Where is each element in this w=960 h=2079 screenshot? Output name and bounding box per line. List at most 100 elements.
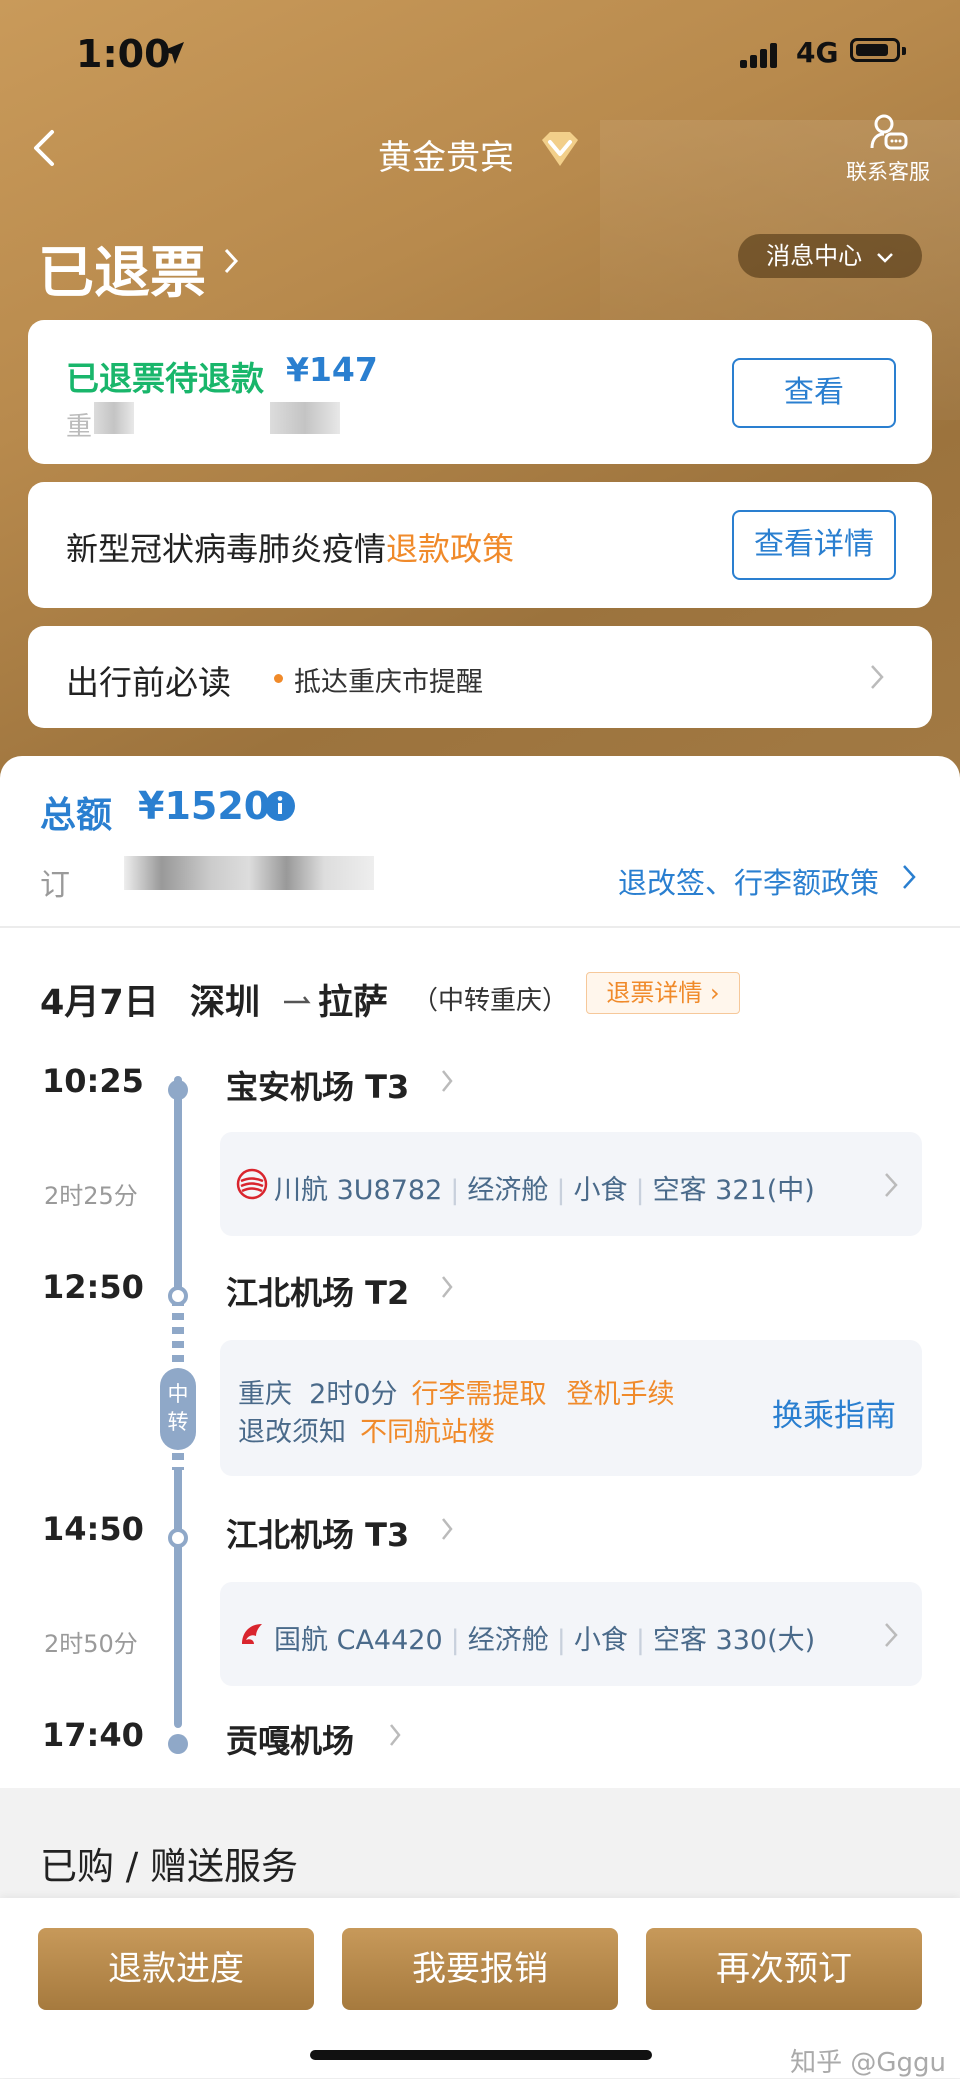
transfer-line-2: 退改须知 不同航站楼 <box>238 1410 495 1449</box>
transfer-badge: 中转 <box>160 1368 196 1450</box>
departure-airport[interactable]: 宝安机场 T3 <box>226 1062 409 1108</box>
customer-service-button[interactable]: 联系客服 <box>838 112 938 186</box>
chevron-right-icon <box>903 865 916 889</box>
message-center-label: 消息中心 <box>766 242 863 270</box>
cabin-class: 经济舱 <box>467 1175 549 1206</box>
terminal-note: 不同航站楼 <box>360 1417 495 1448</box>
timeline-node <box>168 1734 188 1754</box>
timeline-node <box>168 1286 188 1306</box>
bottom-action-bar: 退款进度 我要报销 再次预订 知乎 @Gggu <box>0 1898 960 2078</box>
location-arrow-icon <box>162 42 184 64</box>
customer-service-icon <box>870 114 908 150</box>
meal-info: 小食 <box>573 1175 628 1206</box>
pre-travel-label: 出行前必读 <box>66 663 231 702</box>
aircraft-type: 空客 330(大) <box>652 1625 816 1656</box>
view-refund-button[interactable]: 查看 <box>732 358 896 428</box>
order-status-title[interactable]: 已退票 <box>38 228 206 309</box>
arrival-city: 拉萨 <box>318 983 389 1023</box>
arrival-time: 12:50 <box>42 1268 144 1306</box>
departure-time: 10:25 <box>42 1062 144 1100</box>
departure-city: 深圳 <box>190 983 261 1023</box>
transfer-guide-link[interactable]: 换乘指南 <box>772 1390 896 1435</box>
airline-name: 国航 <box>274 1625 328 1656</box>
chevron-right-icon <box>442 1070 453 1092</box>
pre-travel-item: 抵达重庆市提醒 <box>294 667 483 698</box>
transfer-note: （中转重庆） <box>412 986 569 1016</box>
transfer-line-1: 重庆 2时0分 行李需提取 登机手续 <box>238 1372 675 1411</box>
air-china-logo-icon <box>242 1624 262 1644</box>
services-section-title: 已购 / 赠送服务 <box>40 1845 298 1888</box>
status-bar: 1:00 4G <box>0 32 960 76</box>
divider <box>0 926 960 928</box>
chevron-right-icon <box>885 1173 898 1197</box>
airline-name: 川航 <box>274 1175 328 1206</box>
timeline-node <box>168 1528 188 1548</box>
refund-progress-button[interactable]: 退款进度 <box>38 1928 314 2010</box>
flight-number: 3U8782 <box>336 1175 443 1206</box>
departure-time: 14:50 <box>42 1510 144 1548</box>
blurred-area <box>270 402 340 434</box>
watermark: 知乎 @Gggu <box>790 2048 946 2078</box>
covid-policy-title: 新型冠状病毒肺炎疫情 <box>66 530 387 568</box>
blurred-order-number <box>124 856 374 890</box>
departure-airport[interactable]: 江北机场 T3 <box>226 1510 409 1556</box>
view-policy-details-button[interactable]: 查看详情 <box>732 510 896 580</box>
customer-service-label: 联系客服 <box>846 160 930 184</box>
page-title: 黄金贵宾 <box>378 138 514 178</box>
info-icon[interactable] <box>264 790 296 822</box>
message-center-button[interactable]: 消息中心 <box>738 234 922 278</box>
flight-duration: 2时25分 <box>44 1182 138 1210</box>
cabin-class: 经济舱 <box>467 1625 549 1656</box>
blurred-text-prefix: 重 <box>66 412 93 442</box>
home-indicator <box>310 2050 652 2060</box>
refund-details-tag[interactable]: 退票详情 › <box>586 972 740 1014</box>
order-detail-sheet: 总额 ¥1520 订 退改签、行李额政策 4月7日 深圳 拉萨 （中转重庆） 退… <box>0 756 960 1888</box>
refund-policy-link[interactable]: 退款政策 <box>386 530 514 568</box>
status-time: 1:00 <box>76 32 171 76</box>
refund-amount: ¥147 <box>286 350 378 389</box>
covid-refund-policy-card: 新型冠状病毒肺炎疫情退款政策 查看详情 <box>28 482 932 608</box>
chevron-right-icon <box>442 1276 453 1298</box>
blurred-area <box>94 402 134 434</box>
rebook-button[interactable]: 再次预订 <box>646 1928 922 2010</box>
refund-details-label: 退票详情 <box>606 979 703 1007</box>
transfer-wait: 2时0分 <box>309 1379 398 1410</box>
route-arrow-icon <box>284 996 311 1004</box>
order-number-label: 订 <box>40 868 70 903</box>
arrival-time: 17:40 <box>42 1716 144 1754</box>
meal-info: 小食 <box>573 1625 628 1656</box>
transfer-info-box: 重庆 2时0分 行李需提取 登机手续 退改须知 不同航站楼 换乘指南 <box>220 1340 922 1476</box>
change-rules-note: 退改须知 <box>238 1417 346 1448</box>
flight-info-3u8782[interactable]: 川航 3U8782 | 经济舱 | 小食 | 空客 321(中) <box>220 1132 922 1236</box>
arrival-airport[interactable]: 江北机场 T2 <box>226 1268 409 1314</box>
total-amount: ¥1520 <box>138 784 271 828</box>
chevron-right-icon <box>442 1518 453 1540</box>
transfer-city: 重庆 <box>238 1379 292 1410</box>
flight-details-line: 川航 3U8782 | 经济舱 | 小食 | 空客 321(中) <box>274 1175 815 1206</box>
chevron-right-icon <box>871 665 884 689</box>
back-button[interactable] <box>28 128 62 168</box>
baggage-note: 行李需提取 <box>411 1379 547 1410</box>
orange-dot-icon <box>274 674 283 683</box>
aircraft-type: 空客 321(中) <box>652 1175 815 1206</box>
reimbursement-button[interactable]: 我要报销 <box>342 1928 618 2010</box>
timeline-node <box>168 1080 188 1100</box>
flight-info-ca4420[interactable]: 国航 CA4420 | 经济舱 | 小食 | 空客 330(大) <box>220 1582 922 1686</box>
gold-vip-diamond-icon <box>542 132 578 166</box>
total-label: 总额 <box>40 795 113 836</box>
pre-travel-notice-card[interactable]: 出行前必读 抵达重庆市提醒 <box>28 626 932 728</box>
chevron-right-icon <box>885 1623 898 1647</box>
section-separator <box>0 1788 960 1806</box>
covid-policy-text: 新型冠状病毒肺炎疫情退款政策 <box>66 524 514 570</box>
flight-duration: 2时50分 <box>44 1630 138 1658</box>
refund-status-label: 已退票待退款 <box>66 359 264 398</box>
battery-icon <box>850 38 906 62</box>
chevron-down-icon <box>876 253 893 263</box>
arrival-airport[interactable]: 贡嘎机场 <box>226 1716 354 1762</box>
network-type: 4G <box>796 36 839 69</box>
change-baggage-policy-link[interactable]: 退改签、行李额政策 <box>618 860 879 902</box>
signal-icon <box>740 42 784 68</box>
chevron-right-icon <box>390 1724 401 1746</box>
flight-details-line: 国航 CA4420 | 经济舱 | 小食 | 空客 330(大) <box>274 1625 816 1656</box>
refund-status-card: 已退票待退款 ¥147 重 查看 <box>28 320 932 464</box>
